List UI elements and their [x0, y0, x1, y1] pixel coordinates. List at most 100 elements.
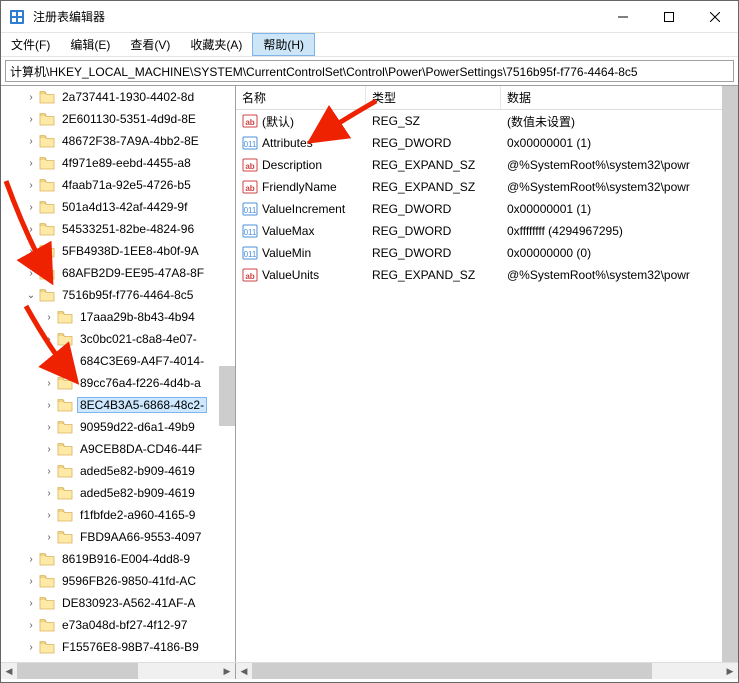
tree-item[interactable]: ›5FB4938D-1EE8-4b0f-9A — [1, 240, 235, 262]
expand-caret-icon[interactable]: › — [25, 554, 37, 565]
tree-item[interactable]: ›FBD9AA66-9553-4097 — [1, 526, 235, 548]
tree-item[interactable]: ›4faab71a-92e5-4726-b5 — [1, 174, 235, 196]
cell-data: 0x00000001 (1) — [501, 202, 738, 216]
list-row[interactable]: abFriendlyNameREG_EXPAND_SZ@%SystemRoot%… — [236, 176, 738, 198]
tree-item[interactable]: › 54533251-82be-4824-96 — [1, 218, 235, 240]
tree-item[interactable]: ›501a4d13-42af-4429-9f — [1, 196, 235, 218]
tree-item[interactable]: ›89cc76a4-f226-4d4b-a — [1, 372, 235, 394]
tree-item-label: 7516b95f-f776-4464-8c5 — [59, 287, 196, 303]
expand-caret-icon[interactable]: › — [25, 180, 37, 191]
list-row[interactable]: ab(默认)REG_SZ(数值未设置) — [236, 110, 738, 132]
list-pane[interactable]: 名称 类型 数据 ab(默认)REG_SZ(数值未设置)011Attribute… — [236, 86, 738, 662]
expand-caret-icon[interactable]: › — [25, 136, 37, 147]
expand-caret-icon[interactable]: › — [43, 334, 55, 345]
tree-hscroll-thumb[interactable] — [17, 663, 138, 679]
expand-caret-icon[interactable]: › — [25, 268, 37, 279]
tree-item[interactable]: ›3c0bc021-c8a8-4e07- — [1, 328, 235, 350]
expand-caret-icon[interactable]: › — [43, 532, 55, 543]
minimize-button[interactable] — [600, 1, 646, 32]
col-header-type[interactable]: 类型 — [366, 86, 501, 109]
list-row[interactable]: abDescriptionREG_EXPAND_SZ@%SystemRoot%\… — [236, 154, 738, 176]
tree-item[interactable]: ›DE830923-A562-41AF-A — [1, 592, 235, 614]
tree-item[interactable]: ›8EC4B3A5-6868-48c2- — [1, 394, 235, 416]
tree-item[interactable]: › F15576E8-98B7-4186-B9 — [1, 636, 235, 658]
tree-item-label: 684C3E69-A4F7-4014- — [77, 353, 207, 369]
expand-caret-icon[interactable]: › — [25, 202, 37, 213]
tree-item-label: e73a048d-bf27-4f12-97 — [59, 617, 190, 633]
address-bar[interactable]: 计算机\HKEY_LOCAL_MACHINE\SYSTEM\CurrentCon… — [5, 60, 734, 82]
expand-caret-icon[interactable]: › — [43, 400, 55, 411]
scroll-right-icon[interactable]: ▶ — [219, 663, 235, 679]
tree-item[interactable]: › 9596FB26-9850-41fd-AC — [1, 570, 235, 592]
list-hscroll[interactable]: ◀ ▶ — [236, 663, 738, 679]
tree-item[interactable]: › e73a048d-bf27-4f12-97 — [1, 614, 235, 636]
tree-vscroll-thumb[interactable] — [219, 366, 235, 426]
expand-caret-icon[interactable]: › — [25, 92, 37, 103]
tree-item-label: 54533251-82be-4824-96 — [59, 221, 197, 237]
tree-item[interactable]: ›f1fbfde2-a960-4165-9 — [1, 504, 235, 526]
menu-file[interactable]: 文件(F) — [1, 33, 60, 56]
tree-item[interactable]: ›2a737441-1930-4402-8d — [1, 86, 235, 108]
folder-icon — [57, 464, 73, 478]
menu-favorites[interactable]: 收藏夹(A) — [180, 33, 252, 56]
expand-caret-icon[interactable]: › — [25, 620, 37, 631]
list-hscroll-thumb[interactable] — [252, 663, 652, 679]
list-vscroll-thumb[interactable] — [722, 86, 738, 662]
list-row[interactable]: 011AttributesREG_DWORD0x00000001 (1) — [236, 132, 738, 154]
list-vscroll[interactable] — [722, 86, 738, 662]
list-row[interactable]: 011ValueIncrementREG_DWORD0x00000001 (1) — [236, 198, 738, 220]
svg-text:011: 011 — [244, 206, 257, 215]
list-row[interactable]: 011ValueMaxREG_DWORD0xffffffff (42949672… — [236, 220, 738, 242]
tree-item[interactable]: ›4f971e89-eebd-4455-a8 — [1, 152, 235, 174]
expand-caret-icon[interactable]: ⌄ — [25, 290, 37, 301]
tree-item[interactable]: ⌄ 7516b95f-f776-4464-8c5 — [1, 284, 235, 306]
col-header-data[interactable]: 数据 — [501, 86, 738, 109]
tree-item[interactable]: ›17aaa29b-8b43-4b94 — [1, 306, 235, 328]
tree-item[interactable]: › 2E601130-5351-4d9d-8E — [1, 108, 235, 130]
tree-item[interactable]: ›aded5e82-b909-4619 — [1, 482, 235, 504]
expand-caret-icon[interactable]: › — [25, 642, 37, 653]
folder-icon — [57, 486, 73, 500]
folder-icon — [39, 222, 55, 236]
col-header-name[interactable]: 名称 — [236, 86, 366, 109]
maximize-button[interactable] — [646, 1, 692, 32]
expand-caret-icon[interactable]: › — [25, 246, 37, 257]
tree-item[interactable]: ›68AFB2D9-EE95-47A8-8F — [1, 262, 235, 284]
menu-edit[interactable]: 编辑(E) — [60, 33, 120, 56]
expand-caret-icon[interactable]: › — [43, 378, 55, 389]
menu-help[interactable]: 帮助(H) — [252, 33, 315, 56]
expand-caret-icon[interactable]: › — [25, 598, 37, 609]
tree-item[interactable]: ›A9CEB8DA-CD46-44F — [1, 438, 235, 460]
expand-caret-icon[interactable]: › — [43, 312, 55, 323]
scroll-right-icon[interactable]: ▶ — [722, 663, 738, 679]
expand-caret-icon[interactable]: › — [43, 422, 55, 433]
tree-item[interactable]: ›48672F38-7A9A-4bb2-8E — [1, 130, 235, 152]
tree-item-label: F15576E8-98B7-4186-B9 — [59, 639, 202, 655]
tree-item[interactable]: ›aded5e82-b909-4619 — [1, 460, 235, 482]
cell-data: 0x00000000 (0) — [501, 246, 738, 260]
expand-caret-icon[interactable]: › — [25, 158, 37, 169]
expand-caret-icon[interactable]: › — [25, 114, 37, 125]
tree-item-label: 9596FB26-9850-41fd-AC — [59, 573, 199, 589]
tree-pane[interactable]: ›2a737441-1930-4402-8d›2E601130-5351-4d9… — [1, 86, 236, 662]
list-row[interactable]: abValueUnitsREG_EXPAND_SZ@%SystemRoot%\s… — [236, 264, 738, 286]
tree-hscroll[interactable]: ◀ ▶ — [1, 663, 236, 679]
tree-item[interactable]: ›8619B916-E004-4dd8-9 — [1, 548, 235, 570]
tree-item[interactable]: ›90959d22-d6a1-49b9 — [1, 416, 235, 438]
expand-caret-icon[interactable]: › — [43, 466, 55, 477]
folder-icon — [39, 178, 55, 192]
expand-caret-icon[interactable]: › — [25, 224, 37, 235]
close-button[interactable] — [692, 1, 738, 32]
menu-view[interactable]: 查看(V) — [120, 33, 180, 56]
expand-caret-icon[interactable]: › — [25, 576, 37, 587]
expand-caret-icon[interactable]: › — [43, 444, 55, 455]
tree-item[interactable]: › 684C3E69-A4F7-4014- — [1, 350, 235, 372]
scroll-left-icon[interactable]: ◀ — [1, 663, 17, 679]
expand-caret-icon[interactable]: › — [43, 488, 55, 499]
scroll-left-icon[interactable]: ◀ — [236, 663, 252, 679]
expand-caret-icon[interactable]: › — [43, 356, 55, 367]
folder-icon — [39, 90, 55, 104]
expand-caret-icon[interactable]: › — [43, 510, 55, 521]
tree-item-label: 2E601130-5351-4d9d-8E — [59, 111, 199, 127]
list-row[interactable]: 011ValueMinREG_DWORD0x00000000 (0) — [236, 242, 738, 264]
